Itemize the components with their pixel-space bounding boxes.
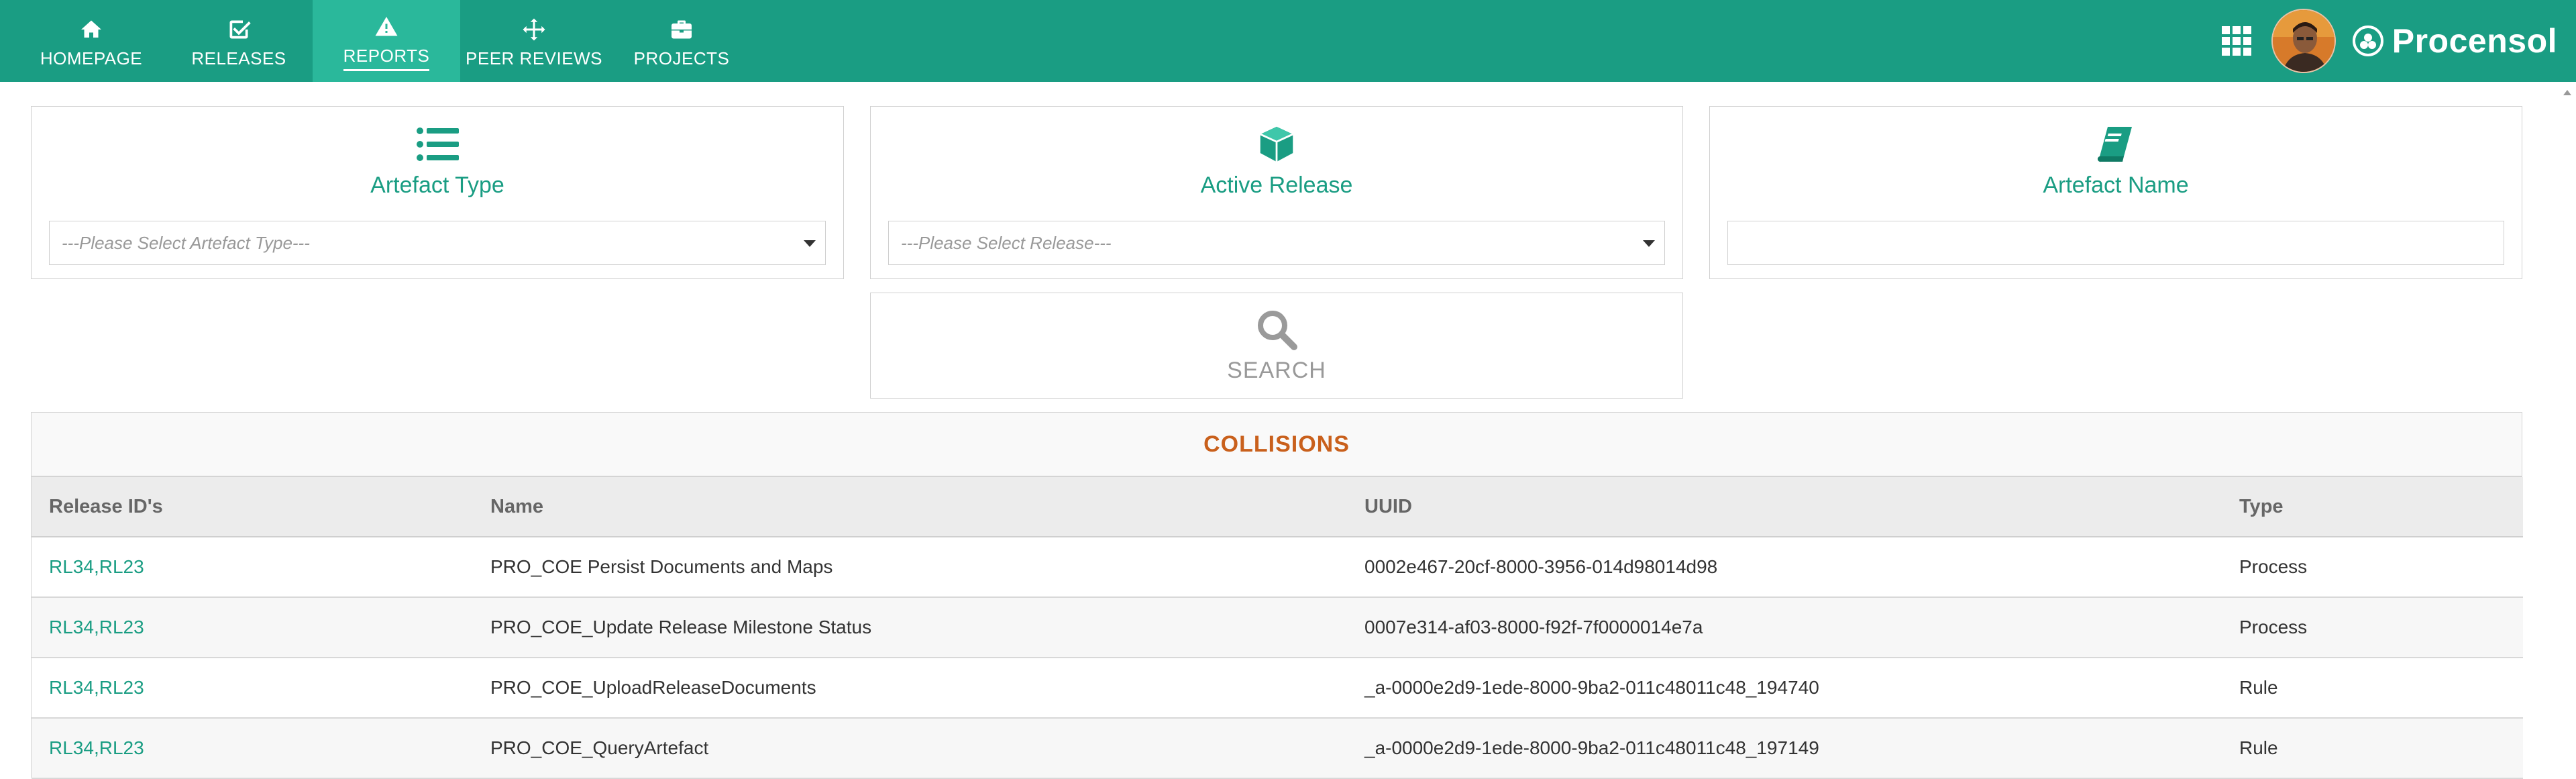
- search-button[interactable]: SEARCH: [870, 293, 1683, 399]
- nav-projects[interactable]: PROJECTS: [608, 0, 755, 82]
- artefact-type-title: Artefact Type: [370, 172, 504, 198]
- column-header-type[interactable]: Type: [2222, 477, 2523, 537]
- nav-releases[interactable]: RELEASES: [165, 0, 313, 82]
- table-row: RL34,RL23 PRO_COE Persist Documents and …: [32, 537, 2523, 598]
- type-cell: Process: [2222, 597, 2523, 658]
- chevron-down-icon: [804, 240, 816, 247]
- table-row: RL34,RL23 PRO_COE_UploadReleaseDocuments…: [32, 658, 2523, 719]
- active-release-title: Active Release: [1200, 172, 1353, 198]
- nav-projects-label: PROJECTS: [633, 48, 730, 68]
- checkbox-icon: [229, 20, 251, 38]
- table-row: RL34,RL23 PRO_COE_QueryArtefact _a-0000e…: [32, 718, 2523, 779]
- cube-icon: [1260, 126, 1293, 162]
- artefact-name-cell: PRO_COE_Update Release Milestone Status: [473, 597, 1347, 658]
- top-navbar: HOMEPAGE RELEASES REPORTS PEER REVIEWS P…: [0, 0, 2576, 82]
- table-row: RL34,RL23 PRO_COE_Update Release Milesto…: [32, 597, 2523, 658]
- type-cell: Rule: [2222, 718, 2523, 779]
- artefact-name-panel: Artefact Name: [1709, 106, 2522, 279]
- warning-icon: [375, 17, 398, 36]
- artefact-name-cell: PRO_COE Persist Documents and Maps: [473, 537, 1347, 598]
- artefact-type-panel: Artefact Type ---Please Select Artefact …: [31, 106, 844, 279]
- column-header-uuid[interactable]: UUID: [1347, 477, 2222, 537]
- nav-peer-reviews[interactable]: PEER REVIEWS: [460, 0, 608, 82]
- column-header-name[interactable]: Name: [473, 477, 1347, 537]
- brand-name: Procensol: [2392, 22, 2557, 60]
- active-release-placeholder: ---Please Select Release---: [901, 232, 1112, 253]
- nav-reports[interactable]: REPORTS: [313, 0, 460, 82]
- artefact-name-cell: PRO_COE_UploadReleaseDocuments: [473, 658, 1347, 719]
- scroll-up-arrow-icon[interactable]: [2563, 90, 2571, 95]
- nav-reports-label: REPORTS: [343, 46, 430, 71]
- table-header-row: Release ID's Name UUID Type: [32, 477, 2523, 537]
- uuid-cell: _a-0000e2d9-1ede-8000-9ba2-011c48011c48_…: [1347, 658, 2222, 719]
- type-cell: Rule: [2222, 658, 2523, 719]
- collisions-title: COLLISIONS: [32, 413, 2522, 477]
- artefact-type-placeholder: ---Please Select Artefact Type---: [62, 232, 310, 253]
- release-ids-link[interactable]: RL34,RL23: [32, 718, 473, 779]
- release-ids-link[interactable]: RL34,RL23: [32, 658, 473, 719]
- release-ids-link[interactable]: RL34,RL23: [32, 597, 473, 658]
- apps-grid-icon[interactable]: [2221, 26, 2251, 56]
- home-icon: [81, 20, 101, 38]
- vertical-scrollbar[interactable]: [2559, 82, 2576, 778]
- collisions-section: COLLISIONS Release ID's Name UUID Type R…: [31, 412, 2523, 779]
- release-ids-link[interactable]: RL34,RL23: [32, 537, 473, 598]
- move-arrows-icon: [523, 18, 545, 40]
- artefact-name-input[interactable]: [1727, 221, 2504, 265]
- type-cell: Process: [2222, 537, 2523, 598]
- avatar[interactable]: [2271, 9, 2336, 73]
- nav-right-group: Procensol: [2221, 0, 2557, 82]
- collisions-table: Release ID's Name UUID Type RL34,RL23 PR…: [32, 477, 2523, 779]
- active-release-panel: Active Release ---Please Select Release-…: [870, 106, 1683, 279]
- artefact-name-cell: PRO_COE_QueryArtefact: [473, 718, 1347, 779]
- avatar-image: [2272, 10, 2334, 72]
- nav-peer-reviews-label: PEER REVIEWS: [466, 48, 602, 68]
- brand-logo[interactable]: Procensol: [2352, 21, 2557, 60]
- list-icon: [417, 127, 459, 161]
- search-icon: [1258, 310, 1297, 350]
- active-release-select[interactable]: ---Please Select Release---: [888, 221, 1665, 265]
- artefact-name-title: Artefact Name: [2043, 172, 2189, 198]
- nav-homepage[interactable]: HOMEPAGE: [17, 0, 165, 82]
- book-icon: [2097, 127, 2132, 162]
- nav-homepage-label: HOMEPAGE: [40, 48, 143, 68]
- search-label: SEARCH: [1227, 357, 1326, 383]
- uuid-cell: 0002e467-20cf-8000-3956-014d98014d98: [1347, 537, 2222, 598]
- nav-releases-label: RELEASES: [191, 48, 286, 68]
- uuid-cell: _a-0000e2d9-1ede-8000-9ba2-011c48011c48_…: [1347, 718, 2222, 779]
- uuid-cell: 0007e314-af03-8000-f92f-7f0000014e7a: [1347, 597, 2222, 658]
- chevron-down-icon: [1643, 240, 1655, 247]
- column-header-release-ids[interactable]: Release ID's: [32, 477, 473, 537]
- briefcase-icon: [672, 20, 692, 38]
- procensol-logo-icon: [2352, 25, 2383, 56]
- artefact-type-select[interactable]: ---Please Select Artefact Type---: [49, 221, 826, 265]
